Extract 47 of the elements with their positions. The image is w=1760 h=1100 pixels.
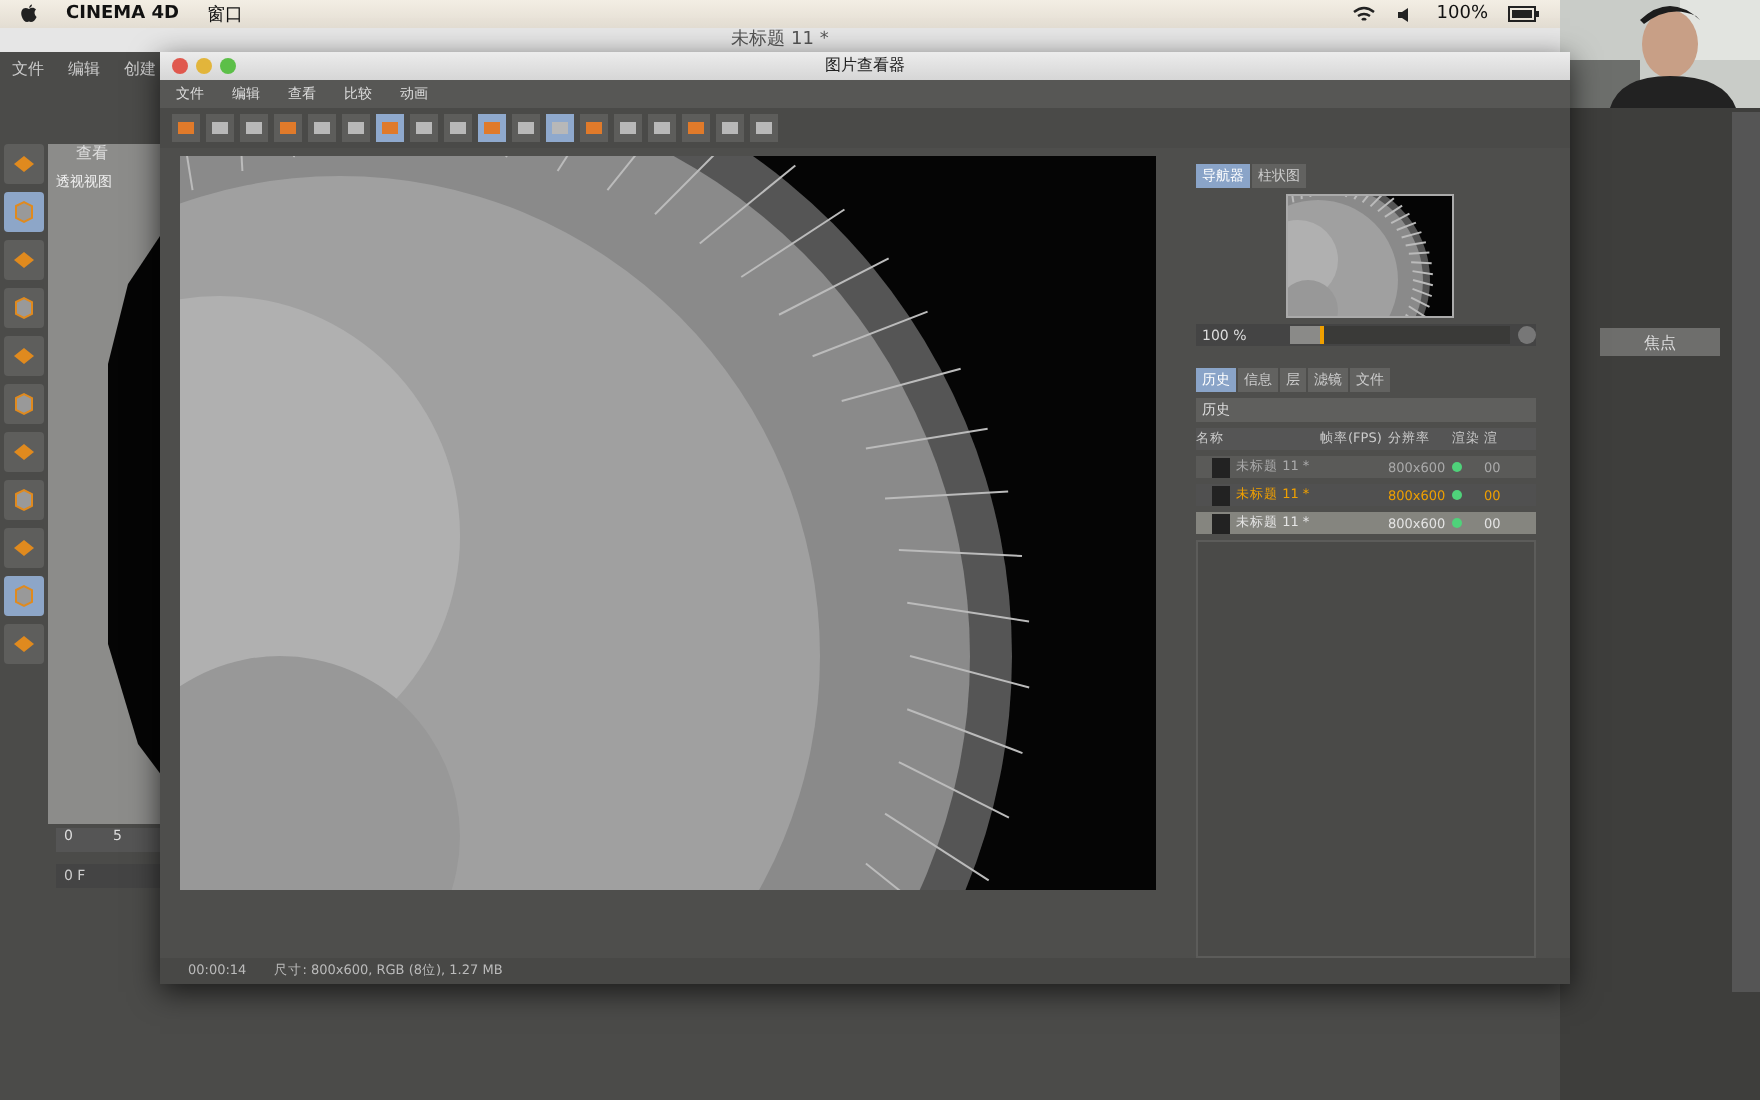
- tool-button[interactable]: [4, 288, 44, 328]
- toolbar-button[interactable]: [614, 114, 642, 142]
- toolbar-button[interactable]: [308, 114, 336, 142]
- tool-button[interactable]: [4, 144, 44, 184]
- menu-item[interactable]: 窗口: [206, 1, 243, 27]
- toolbar-button[interactable]: [342, 114, 370, 142]
- tool-button[interactable]: [4, 624, 44, 664]
- toolbar-button[interactable]: [172, 114, 200, 142]
- toolbar-button[interactable]: [410, 114, 438, 142]
- window-title: 未标题 11 *: [0, 28, 1560, 52]
- toolbar-button[interactable]: [274, 114, 302, 142]
- toolbar-button[interactable]: [512, 114, 540, 142]
- toolbar-button[interactable]: [682, 114, 710, 142]
- toolbar-button[interactable]: [580, 114, 608, 142]
- minimize-button[interactable]: [196, 58, 212, 74]
- zoom-slider[interactable]: [1290, 326, 1510, 344]
- menu-item[interactable]: 查看: [76, 142, 108, 164]
- zoom-button[interactable]: [1518, 326, 1536, 344]
- cube-icon: [10, 486, 38, 514]
- tool-button[interactable]: [4, 336, 44, 376]
- tool-button[interactable]: [4, 240, 44, 280]
- tool-button[interactable]: [4, 432, 44, 472]
- wifi-icon[interactable]: [1352, 5, 1377, 23]
- menu-item[interactable]: 创建: [124, 58, 156, 80]
- window-title: 图片查看器: [825, 56, 905, 74]
- cube-icon: [10, 390, 38, 418]
- toolbar-button[interactable]: [240, 114, 268, 142]
- close-button[interactable]: [172, 58, 188, 74]
- toolbar-button[interactable]: [444, 114, 472, 142]
- apple-icon[interactable]: [20, 4, 38, 24]
- tool-button[interactable]: [4, 528, 44, 568]
- toolbar-button[interactable]: [206, 114, 234, 142]
- tool-button[interactable]: [4, 384, 44, 424]
- menu-item[interactable]: 编辑: [68, 58, 100, 80]
- toolbar-button[interactable]: [648, 114, 676, 142]
- battery-percent: 100%: [1436, 4, 1488, 24]
- cube-icon: [10, 198, 38, 226]
- cube-icon: [10, 582, 38, 610]
- tool-button[interactable]: [4, 480, 44, 520]
- toolbar-button[interactable]: [716, 114, 744, 142]
- menu-item[interactable]: 文件: [12, 58, 44, 80]
- toolbar-button[interactable]: [750, 114, 778, 142]
- cube-icon: [10, 294, 38, 322]
- attribute-button[interactable]: 焦点: [1600, 328, 1720, 356]
- app-menu[interactable]: CINEMA 4D: [66, 4, 179, 24]
- battery-icon[interactable]: [1508, 6, 1540, 22]
- zoom-button[interactable]: [220, 58, 236, 74]
